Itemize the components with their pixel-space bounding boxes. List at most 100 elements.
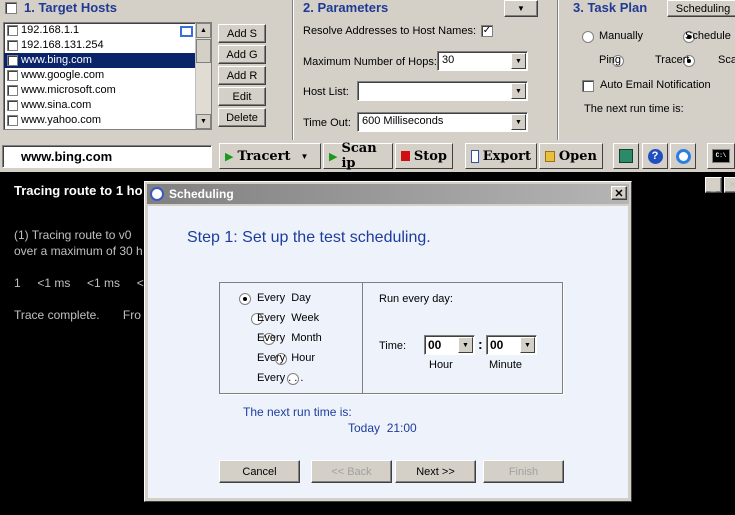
- scan-ip-button[interactable]: ▶ Scan ip: [323, 141, 393, 171]
- target-hosts-title: 1. Target Hosts: [24, 0, 117, 15]
- host-label: www.microsoft.com: [21, 84, 116, 96]
- network-tool-button[interactable]: [613, 143, 639, 169]
- time-separator: :: [478, 336, 483, 352]
- back-button[interactable]: << Back: [311, 460, 392, 483]
- frequency-radio[interactable]: [239, 293, 251, 306]
- address-value: www.bing.com: [21, 149, 113, 164]
- auto-email-checkbox[interactable]: [582, 80, 594, 92]
- host-list[interactable]: 192.168.1.1 192.168.131.254 www.bing.com ww…: [3, 22, 212, 130]
- chevron-down-icon[interactable]: ▼: [458, 337, 473, 353]
- scroll-thumb[interactable]: [196, 39, 211, 63]
- export-icon: [471, 149, 479, 163]
- stop-button[interactable]: Stop: [395, 143, 453, 169]
- host-label: 192.168.131.254: [21, 39, 104, 51]
- list-item[interactable]: www.microsoft.com: [4, 83, 211, 98]
- scroll-down-icon[interactable]: ▼: [196, 114, 211, 129]
- target-hosts-checkbox[interactable]: [5, 2, 17, 14]
- scheduling-button[interactable]: Scheduling: [667, 0, 735, 17]
- list-item[interactable]: www.bing.com: [4, 53, 211, 68]
- next-run-value: Today 21:00: [348, 421, 417, 435]
- list-view-icon[interactable]: [180, 26, 193, 37]
- delete-button[interactable]: Delete: [218, 108, 266, 127]
- hour-select[interactable]: 00 ▼: [424, 335, 475, 355]
- host-checkbox[interactable]: [7, 99, 18, 111]
- address-input[interactable]: www.bing.com: [2, 145, 212, 168]
- max-hops-select[interactable]: 30 ▼: [437, 51, 528, 71]
- cancel-button[interactable]: Cancel: [219, 460, 300, 483]
- edit-button[interactable]: Edit: [218, 87, 266, 106]
- export-label: Export: [482, 148, 531, 164]
- host-label: www.google.com: [21, 69, 105, 81]
- frequency-option-label: Every Month: [257, 332, 322, 344]
- list-scrollbar[interactable]: ▲ ▼: [195, 23, 211, 129]
- tracert-label: Tracert: [237, 148, 291, 164]
- add-s-button[interactable]: Add S: [218, 24, 266, 43]
- minute-select[interactable]: 00 ▼: [486, 335, 537, 355]
- host-checkbox[interactable]: [7, 54, 18, 66]
- frequency-option-label: Every . . .: [257, 372, 304, 384]
- console-button[interactable]: C:\: [707, 143, 735, 169]
- tracert-label: Tracert: [655, 54, 690, 66]
- list-item[interactable]: 192.168.131.254: [4, 38, 211, 53]
- host-checkbox[interactable]: [7, 84, 18, 96]
- console-line: over a maximum of 30 h: [14, 244, 143, 258]
- scheduling-dialog: Scheduling ✕ Step 1: Set up the test sch…: [144, 181, 632, 502]
- timeout-select[interactable]: 600 Milliseconds ▼: [357, 112, 528, 132]
- frequency-group: Every Day Every Week Every Month Every Hour…: [219, 282, 563, 394]
- scroll-up-icon[interactable]: ▲: [196, 23, 211, 38]
- add-g-button[interactable]: Add G: [218, 45, 266, 64]
- frequency-option-label: Every Day: [257, 292, 311, 304]
- chevron-down-icon[interactable]: ▼: [511, 114, 526, 130]
- minimize-button[interactable]: _: [705, 177, 722, 193]
- folder-icon: [545, 150, 555, 162]
- dialog-title: Scheduling: [169, 187, 234, 201]
- ping-label: Ping: [599, 54, 622, 66]
- hour-value: 00: [428, 338, 442, 352]
- close-button[interactable]: ×: [724, 177, 735, 193]
- minute-label: Minute: [489, 359, 523, 371]
- resolve-checkbox[interactable]: ✓: [481, 25, 493, 37]
- scan-ip-label: Scan ip: [341, 141, 377, 171]
- host-checkbox[interactable]: [7, 69, 18, 81]
- dialog-title-bar: Scheduling ✕: [147, 184, 629, 204]
- help-button[interactable]: ?: [642, 143, 668, 169]
- close-icon[interactable]: ✕: [611, 186, 627, 200]
- max-hops-value: 30: [442, 54, 455, 66]
- parameters-dropdown-button[interactable]: ▼: [504, 0, 538, 17]
- manually-radio[interactable]: [582, 31, 594, 44]
- console-complete: Trace complete. Fro: [14, 308, 141, 322]
- browser-button[interactable]: [670, 143, 696, 169]
- host-list-select[interactable]: ▼: [357, 81, 528, 101]
- resolve-label: Resolve Addresses to Host Names:: [303, 25, 477, 37]
- timeout-value: 600 Milliseconds: [362, 115, 444, 127]
- chevron-down-icon[interactable]: ▼: [520, 337, 535, 353]
- play-icon: ▶: [329, 149, 338, 163]
- finish-button[interactable]: Finish: [483, 460, 564, 483]
- chevron-down-icon[interactable]: ▼: [301, 152, 309, 161]
- chevron-down-icon[interactable]: ▼: [511, 83, 526, 99]
- chevron-down-icon[interactable]: ▼: [511, 53, 526, 69]
- host-checkbox[interactable]: [7, 114, 18, 126]
- console-hop-row: 1 <1 ms <1 ms <: [14, 276, 144, 290]
- hour-label: Hour: [429, 359, 453, 371]
- host-label: www.yahoo.com: [21, 114, 102, 126]
- target-hosts-panel: 1. Target Hosts 192.168.1.1 192.168.131.2…: [0, 0, 296, 140]
- tracert-button[interactable]: ▶ Tracert ▼: [219, 143, 321, 169]
- host-checkbox[interactable]: [7, 39, 18, 51]
- list-item[interactable]: www.yahoo.com: [4, 113, 211, 128]
- frequency-option-label: Every Hour: [257, 352, 316, 364]
- export-button[interactable]: Export: [465, 143, 537, 169]
- dialog-body: Step 1: Set up the test scheduling. Ever…: [148, 206, 628, 498]
- open-button[interactable]: Open: [539, 143, 603, 169]
- host-label: 192.168.1.1: [21, 24, 80, 36]
- scan-label: Sca: [718, 54, 735, 66]
- next-button[interactable]: Next >>: [395, 460, 476, 483]
- auto-email-label: Auto Email Notification: [600, 79, 711, 91]
- schedule-label: Schedule: [685, 30, 731, 42]
- list-item[interactable]: www.google.com: [4, 68, 211, 83]
- task-plan-panel: 3. Task Plan Scheduling Manually Schedul…: [560, 0, 735, 140]
- host-checkbox[interactable]: [7, 24, 18, 36]
- add-r-button[interactable]: Add R: [218, 66, 266, 85]
- list-item[interactable]: www.sina.com: [4, 98, 211, 113]
- clock-icon: [150, 187, 164, 201]
